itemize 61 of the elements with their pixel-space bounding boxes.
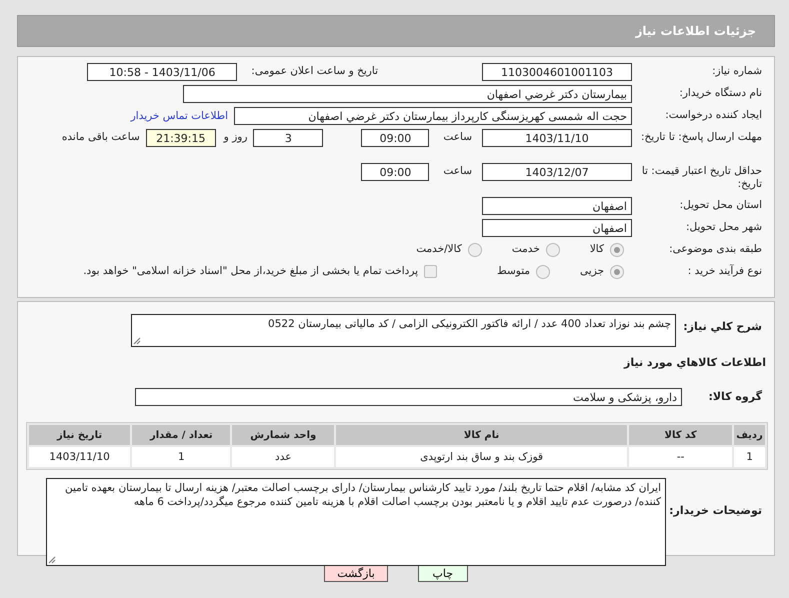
province-field: اصفهان	[482, 197, 632, 215]
column-header: تاریخ نیاز	[29, 425, 130, 445]
field-label: نوع فرآیند خرید :	[686, 263, 763, 278]
city-field: اصفهان	[482, 219, 632, 237]
table-cell: 1403/11/10	[29, 447, 130, 467]
column-header: تعداد / مقدار	[132, 425, 230, 445]
buyer-contact-link[interactable]: اطلاعات تماس خریدار	[130, 107, 228, 124]
resize-grip-icon[interactable]	[48, 556, 56, 564]
field-label: نام دستگاه خریدار:	[678, 86, 763, 100]
buyer-notes-field[interactable]: ایران کد مشابه/ اقلام حتما تاریخ بلند/ مورد تایید کارشناس بیمارستان/ دارای برچسب اصالت معتبر/ هزینه ارسال تا بیمارستان بعهده تامین کننده/ درصورت عدم تایید اقلام و یا نامعتبر بودن برچسب اصالت اقلام با هزینه تامین کننده مرجوع میگردد/پرداخت 6 ماهه	[46, 478, 666, 566]
remaining-time-field: 21:39:15	[146, 129, 216, 147]
radio-button[interactable]	[610, 243, 624, 257]
field-label: مهلت ارسال پاسخ: تا تاریخ:	[640, 130, 763, 144]
radio-label: متوسط	[497, 264, 530, 278]
field-label: ایجاد کننده درخواست:	[664, 108, 763, 122]
field-label: شهر محل تحویل:	[685, 220, 763, 234]
radio-label: کالا	[590, 242, 604, 256]
radio-label: جزیی	[580, 264, 604, 278]
radio-button[interactable]	[546, 243, 560, 257]
radio-label: کالا/خدمت	[416, 242, 462, 256]
radio-button[interactable]	[468, 243, 482, 257]
column-header: واحد شمارش	[232, 425, 334, 445]
table-cell: --	[629, 447, 732, 467]
table-cell: 1	[734, 447, 765, 467]
days-field: 3	[253, 129, 324, 147]
radio-button[interactable]	[536, 265, 550, 279]
page-title: جزئیات اطلاعات نیاز	[17, 15, 775, 47]
days-label: روز و	[224, 130, 248, 144]
reply-date-field: 1403/11/10	[482, 129, 632, 147]
field-label: تاریخ و ساعت اعلان عمومی:	[251, 64, 378, 78]
table-cell: قوزک بند و ساق بند ارتوپدی	[336, 447, 628, 467]
resize-grip-icon[interactable]	[133, 337, 141, 345]
checkbox-label: پرداخت تمام یا بخشی از مبلغ خرید،از محل "اسناد خزانه اسلامی" خواهد بود.	[83, 264, 418, 278]
requester-field: حجت اله شمسی کهریزسنگی کارپرداز بیمارستان دکتر غرضي اصفهان	[234, 107, 632, 125]
column-header: ردیف	[734, 425, 765, 445]
field-label: گروه کالا:	[707, 389, 763, 403]
table-cell: 1	[132, 447, 230, 467]
description-field[interactable]: چشم بند نوزاد تعداد 400 عدد / ارائه فاکتور الکترونیکی الزامی / کد مالیاتی بیمارستان 0522	[131, 314, 676, 347]
field-label: حداقل تاریخ اعتبار قیمت: تا تاریخ:	[640, 164, 763, 191]
validity-date-field: 1403/12/07	[482, 163, 632, 181]
radio-button[interactable]	[610, 265, 624, 279]
table-cell: عدد	[232, 447, 334, 467]
field-label: توضیحات خریدار:	[668, 503, 763, 517]
remaining-label: ساعت باقی مانده	[62, 130, 140, 144]
need-number-field: 1103004601001103	[482, 63, 632, 81]
goods-group-field: دارو، پزشکی و سلامت	[135, 388, 682, 406]
buyer-org-field: بیمارستان دکتر غرضي اصفهان	[183, 85, 632, 103]
field-label: طبقه بندی موضوعی:	[668, 242, 763, 256]
column-header: کد کالا	[629, 425, 732, 445]
column-header: نام کالا	[336, 425, 628, 445]
announce-date-field: 1403/11/06 - 10:58	[87, 63, 238, 81]
checkbox[interactable]	[424, 265, 438, 278]
section-heading: اطلاعات کالاهاي مورد نیاز	[624, 356, 767, 369]
reply-time-field: 09:00	[361, 129, 430, 147]
time-label: ساعت	[443, 164, 472, 178]
radio-label: خدمت	[512, 242, 540, 256]
field-label: شماره نیاز:	[711, 64, 763, 78]
field-label: استان محل تحویل:	[678, 198, 763, 212]
time-label: ساعت	[443, 130, 472, 144]
validity-time-field: 09:00	[361, 163, 430, 181]
field-label: شرح کلي نیاز:	[682, 319, 763, 333]
